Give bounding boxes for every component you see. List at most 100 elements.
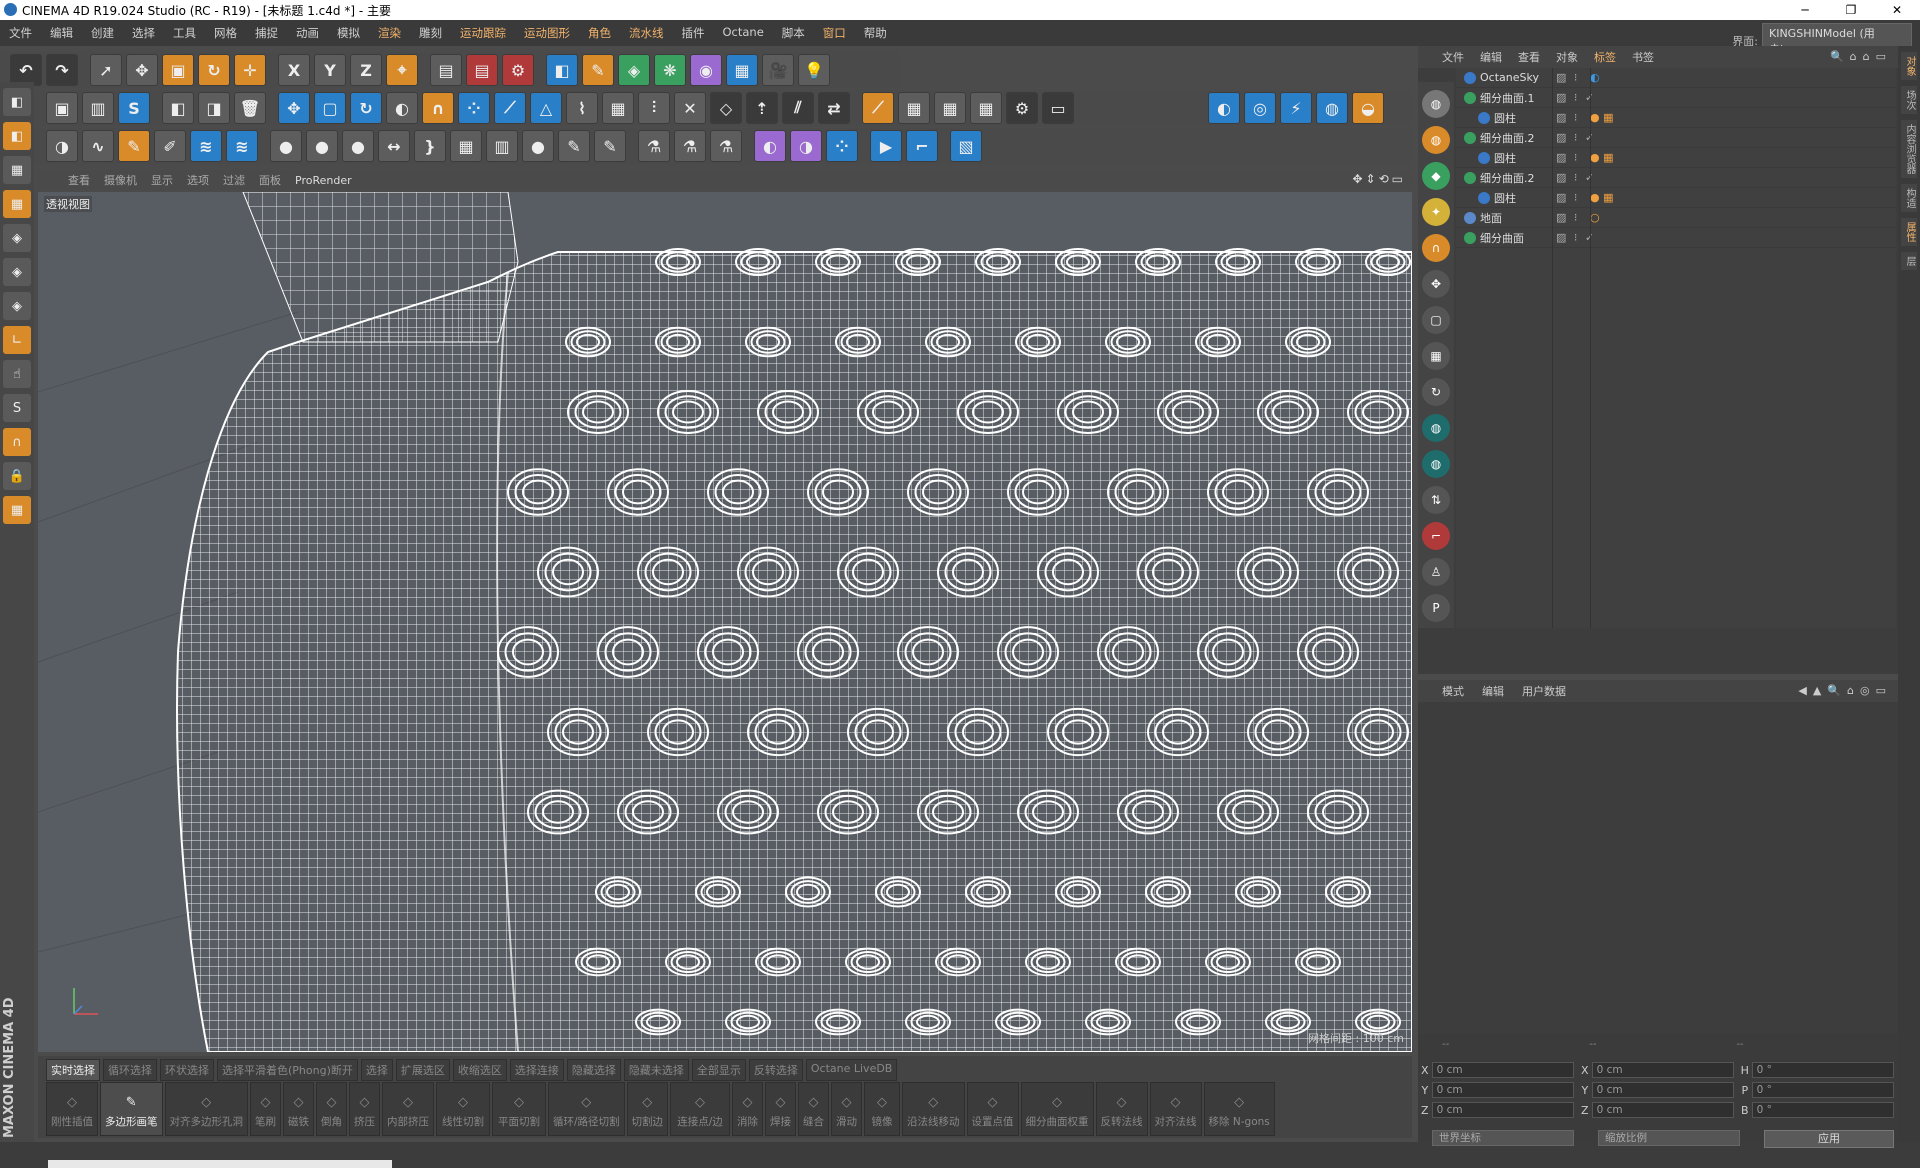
object-tags[interactable]: ● ▦ bbox=[1590, 111, 1614, 124]
object-axis-icon[interactable]: ◨ bbox=[198, 92, 230, 124]
menu-2[interactable]: 创建 bbox=[82, 25, 123, 41]
octane-live-icon[interactable]: ⚡ bbox=[1280, 92, 1312, 124]
teal-globe-2-icon[interactable]: ◍ bbox=[1422, 450, 1450, 478]
grid-icon[interactable]: ▦ bbox=[450, 130, 482, 162]
menu-3[interactable]: 选择 bbox=[123, 25, 164, 41]
object-row[interactable]: 圆柱 ▨ ⁝ ● ▦ bbox=[1456, 108, 1896, 128]
sphere-object-icon[interactable]: ◍ bbox=[1422, 90, 1450, 118]
selection-tool-3[interactable]: 选择平滑着色(Phong)断开 bbox=[217, 1059, 358, 1081]
mesh-tool-19[interactable]: ◇ 设置点值 bbox=[966, 1082, 1019, 1136]
coord-field[interactable]: 0 cm bbox=[1431, 1102, 1574, 1118]
menu-14[interactable]: 流水线 bbox=[620, 25, 673, 41]
render-picture-icon[interactable]: ▤ bbox=[466, 54, 498, 86]
render-view-icon[interactable]: ▤ bbox=[430, 54, 462, 86]
dimension-icon[interactable]: ↔ bbox=[378, 130, 410, 162]
octane-light-icon[interactable]: ◒ bbox=[1352, 92, 1384, 124]
move-tool-icon[interactable]: ✥ bbox=[278, 92, 310, 124]
object-tags[interactable]: ○ bbox=[1590, 211, 1600, 224]
material-icon[interactable]: ◐ bbox=[754, 130, 786, 162]
mesh-tool-15[interactable]: ◇ 缝合 bbox=[798, 1082, 830, 1136]
selection-tool-2[interactable]: 环状选择 bbox=[160, 1059, 214, 1081]
scale-icon[interactable]: ▣ bbox=[162, 54, 194, 86]
right-tab-0[interactable]: 对象 bbox=[1901, 52, 1917, 80]
frame-icon[interactable]: ▭ bbox=[1042, 92, 1074, 124]
coord-field[interactable]: 0 ° bbox=[1751, 1082, 1894, 1098]
selection-tool-11[interactable]: 反转选择 bbox=[748, 1059, 803, 1081]
ball-icon[interactable]: ● bbox=[522, 130, 554, 162]
magnet-mode-icon[interactable]: ∩ bbox=[3, 428, 31, 456]
coord-field[interactable]: 0 cm bbox=[1591, 1082, 1734, 1098]
gray-tool-3-icon[interactable]: ▦ bbox=[1422, 342, 1450, 370]
mesh-tool-8[interactable]: ◇ 线性切割 bbox=[436, 1082, 490, 1136]
viewport-nav-icons[interactable]: ✥⇕⟲▭ bbox=[1352, 172, 1406, 186]
play-icon[interactable]: ▶ bbox=[870, 130, 902, 162]
mesh-tool-0[interactable]: ◇ 刚性插值 bbox=[46, 1082, 98, 1136]
viewport-menu-filter[interactable]: 过滤 bbox=[223, 172, 245, 188]
mesh-tool-18[interactable]: ◇ 沿法线移动 bbox=[902, 1082, 965, 1136]
object-row[interactable]: 细分曲面.2 ▨ ⁝ ✓ bbox=[1456, 128, 1896, 148]
tool-b-icon[interactable]: ⚗ bbox=[674, 130, 706, 162]
magnet-palette-icon[interactable]: ∩ bbox=[1422, 234, 1450, 262]
viewport-menu-panel[interactable]: 面板 bbox=[259, 172, 281, 188]
menu-0[interactable]: 文件 bbox=[0, 25, 41, 41]
mesh-tool-9[interactable]: ◇ 平面切割 bbox=[492, 1082, 546, 1136]
coord-field[interactable]: 0 cm bbox=[1591, 1062, 1734, 1078]
line-cut-icon[interactable]: ⟋ bbox=[862, 92, 894, 124]
z-axis-icon[interactable]: Z bbox=[350, 54, 382, 86]
layers-icon[interactable]: ≋ bbox=[190, 130, 222, 162]
render-settings-icon[interactable]: ⚙ bbox=[502, 54, 534, 86]
selection-tool-5[interactable]: 扩展选区 bbox=[395, 1059, 450, 1081]
object-name[interactable]: 细分曲面.1 bbox=[1480, 90, 1535, 106]
grid-2-icon[interactable]: ▥ bbox=[486, 130, 518, 162]
perspective-viewport[interactable]: 透视视图 网格间距 : 100 cm bbox=[38, 192, 1412, 1052]
mesh-tool-13[interactable]: ◇ 消除 bbox=[732, 1082, 764, 1136]
point-tool-icon[interactable]: ⁘ bbox=[458, 92, 490, 124]
right-tab-2[interactable]: 内容浏览器 bbox=[1901, 120, 1917, 178]
stitch-icon[interactable]: ⫽ bbox=[782, 92, 814, 124]
layers-2-icon[interactable]: ≋ bbox=[226, 130, 258, 162]
box-icon[interactable]: ▧ bbox=[950, 130, 982, 162]
cube-icon[interactable]: ◧ bbox=[546, 54, 578, 86]
om-menu-bookmarks[interactable]: 书签 bbox=[1632, 49, 1654, 65]
menu-18[interactable]: 窗口 bbox=[814, 25, 855, 41]
spline-icon[interactable]: ∿ bbox=[82, 130, 114, 162]
object-name[interactable]: 细分曲面.2 bbox=[1480, 170, 1535, 186]
rotate-tool-icon[interactable]: ↻ bbox=[350, 92, 382, 124]
object-name[interactable]: 细分曲面.2 bbox=[1480, 130, 1535, 146]
point-mode-icon[interactable]: ◈ bbox=[3, 224, 31, 252]
menu-19[interactable]: 帮助 bbox=[855, 25, 896, 41]
move-icon[interactable]: ✥ bbox=[126, 54, 158, 86]
sculpt-3-icon[interactable]: ● bbox=[342, 130, 374, 162]
redo-icon[interactable]: ↷ bbox=[46, 54, 78, 86]
viewport-menu-prorender[interactable]: ProRender bbox=[295, 174, 352, 187]
gray-tool-icon[interactable]: ✥ bbox=[1422, 270, 1450, 298]
object-row[interactable]: 细分曲面.1 ▨ ⁝ ✓ bbox=[1456, 88, 1896, 108]
gear-icon[interactable]: ⚙ bbox=[1006, 92, 1038, 124]
s-plugin-icon[interactable]: S bbox=[118, 92, 150, 124]
gray-tool-4-icon[interactable]: ↻ bbox=[1422, 378, 1450, 406]
coord-field[interactable]: 0 ° bbox=[1751, 1062, 1894, 1078]
checker-3-icon[interactable]: ▦ bbox=[970, 92, 1002, 124]
mesh-icon[interactable]: ▦ bbox=[602, 92, 634, 124]
slide-icon[interactable]: ⇄ bbox=[818, 92, 850, 124]
checker-2-icon[interactable]: ▦ bbox=[934, 92, 966, 124]
particles-icon[interactable]: ⁘ bbox=[826, 130, 858, 162]
texture-axis-icon[interactable]: ▦ bbox=[3, 190, 31, 218]
right-tab-5[interactable]: 层 bbox=[1901, 252, 1917, 270]
object-name[interactable]: 圆柱 bbox=[1494, 150, 1516, 166]
om-menu-edit[interactable]: 编辑 bbox=[1480, 49, 1502, 65]
right-tab-3[interactable]: 构造 bbox=[1901, 184, 1917, 212]
om-menu-objects[interactable]: 对象 bbox=[1556, 49, 1578, 65]
visibility-flags[interactable]: ▨ ⁝ bbox=[1556, 211, 1579, 224]
mesh-tool-14[interactable]: ◇ 焊接 bbox=[765, 1082, 797, 1136]
menu-6[interactable]: 捕捉 bbox=[246, 25, 287, 41]
x-axis-icon[interactable]: X bbox=[278, 54, 310, 86]
brush-icon[interactable]: ✎ bbox=[118, 130, 150, 162]
menu-1[interactable]: 编辑 bbox=[41, 25, 82, 41]
edge-tool-icon[interactable]: ⟋ bbox=[494, 92, 526, 124]
object-row[interactable]: OctaneSky ▨ ⁝ ◐ bbox=[1456, 68, 1896, 88]
om-search-icon[interactable]: 🔍⌂⌂▭ bbox=[1830, 50, 1892, 63]
edge-mode-icon[interactable]: ◈ bbox=[3, 258, 31, 286]
menu-17[interactable]: 脚本 bbox=[773, 25, 814, 41]
mesh-tool-23[interactable]: ◇ 移除 N-gons bbox=[1203, 1082, 1275, 1136]
